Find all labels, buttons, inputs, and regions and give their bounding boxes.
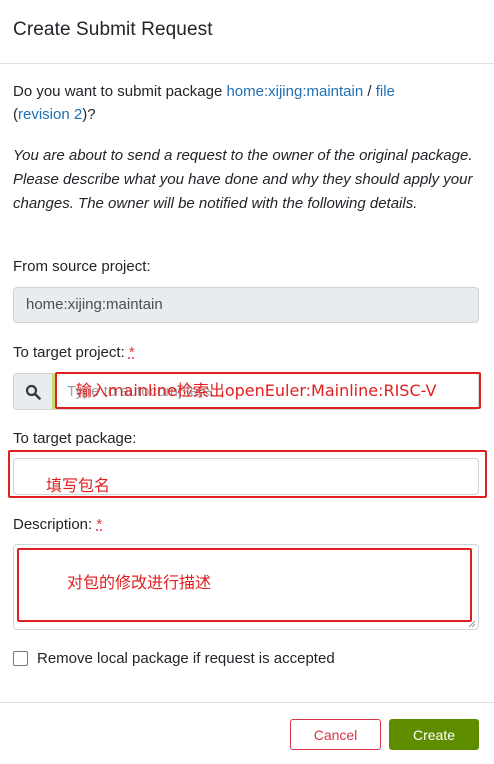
- dialog-footer: Cancel Create: [0, 702, 494, 764]
- remove-local-option[interactable]: Remove local package if request is accep…: [13, 650, 335, 667]
- description-label: Description: *: [13, 516, 102, 533]
- source-project-label: From source project:: [13, 258, 151, 275]
- intro-prefix: Do you want to submit package: [13, 83, 227, 100]
- dialog-title: Create Submit Request: [13, 19, 213, 40]
- annotation-target-project: 输入mainline检索出openEuler:Mainline:RISC-V: [76, 381, 437, 400]
- intro-text: Do you want to submit package home:xijin…: [13, 80, 479, 126]
- annotation-description: 对包的修改进行描述: [67, 573, 212, 592]
- target-project-label-text: To target project:: [13, 344, 125, 361]
- cancel-button[interactable]: Cancel: [290, 719, 381, 750]
- remove-local-checkbox[interactable]: [13, 651, 28, 666]
- search-button[interactable]: [13, 373, 53, 410]
- target-project-label: To target project: *: [13, 344, 135, 361]
- request-note: You are about to send a request to the o…: [13, 147, 473, 212]
- annotation-target-package: 填写包名: [46, 476, 111, 495]
- required-mark: *: [96, 516, 103, 533]
- source-project-link[interactable]: home:xijing:maintain: [226, 83, 363, 100]
- source-project-field: home:xijing:maintain: [13, 287, 479, 323]
- intro-suffix: )?: [82, 106, 96, 123]
- search-icon: [25, 384, 41, 400]
- intro-separator: /: [363, 83, 376, 100]
- create-submit-request-dialog: Create Submit Request Do you want to sub…: [0, 0, 494, 764]
- description-label-text: Description:: [13, 516, 93, 533]
- remove-local-label: Remove local package if request is accep…: [37, 650, 335, 667]
- dialog-header: Create Submit Request: [0, 0, 494, 64]
- revision-link[interactable]: revision 2: [18, 106, 82, 123]
- source-package-link[interactable]: file: [376, 83, 395, 100]
- create-button[interactable]: Create: [389, 719, 479, 750]
- required-mark: *: [128, 344, 135, 361]
- target-package-label: To target package:: [13, 430, 137, 447]
